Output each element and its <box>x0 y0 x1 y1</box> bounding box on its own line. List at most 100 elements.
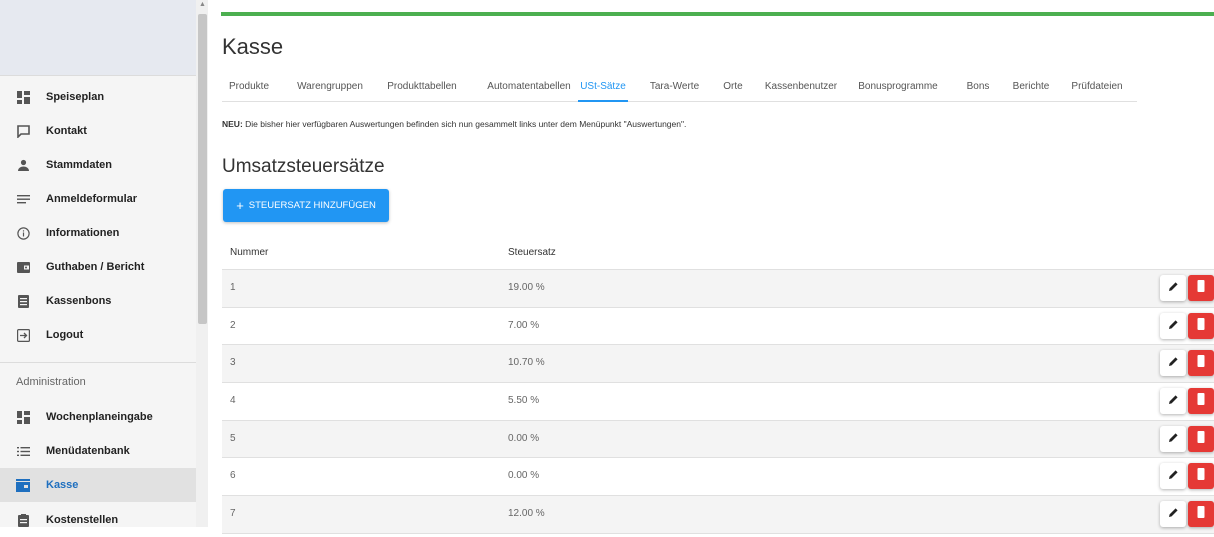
sidebar-item-kostenstellen[interactable]: Kostenstellen <box>0 503 196 537</box>
delete-button[interactable] <box>1188 425 1214 452</box>
edit-button[interactable] <box>1160 275 1186 301</box>
pencil-icon <box>1168 430 1179 448</box>
edit-button[interactable] <box>1160 463 1186 490</box>
clipboard-icon <box>16 513 30 527</box>
trash-icon <box>1196 392 1206 410</box>
pencil-icon <box>1168 317 1179 335</box>
delete-button[interactable] <box>1188 463 1214 490</box>
edit-button[interactable] <box>1160 388 1186 415</box>
edit-button[interactable] <box>1160 425 1186 452</box>
notice-body: Die bisher hier verfügbaren Auswertungen… <box>245 119 687 129</box>
cell-steuersatz: 12.00 % <box>508 508 545 520</box>
sidebar-item-wochenplaneingabe[interactable]: Wochenplaneingabe <box>0 400 196 434</box>
cell-steuersatz: 7.00 % <box>508 319 540 331</box>
delete-button[interactable] <box>1188 501 1214 528</box>
cell-steuersatz: 0.00 % <box>508 432 540 444</box>
tab-berichte[interactable]: Berichte <box>1008 76 1054 102</box>
edit-button[interactable] <box>1160 312 1186 339</box>
section-label-administration: Administration <box>16 376 86 388</box>
edit-button[interactable] <box>1160 350 1186 377</box>
list-icon <box>16 444 30 458</box>
sidebar-divider <box>0 362 196 363</box>
table-body: 1 19.00 % 2 7.00 % 3 10.70 % 4 5.50 % 5 0.00 % 6 0.… <box>222 270 1214 534</box>
cell-nummer: 5 <box>230 432 236 444</box>
trash-icon <box>1196 505 1206 523</box>
delete-button[interactable] <box>1188 275 1214 301</box>
trash-icon <box>1196 354 1206 372</box>
add-tax-rate-button[interactable]: + STEUERSATZ HINZUFÜGEN <box>223 189 389 222</box>
cell-nummer: 3 <box>230 357 236 369</box>
dashboard-icon <box>16 410 30 424</box>
tab-prüfdateien[interactable]: Prüfdateien <box>1064 76 1130 102</box>
section-title: Umsatzsteuersätze <box>222 156 385 177</box>
sidebar-header <box>0 0 196 76</box>
sidebar-item-speiseplan[interactable]: Speiseplan <box>0 80 196 114</box>
notice-prefix: NEU: <box>222 119 243 129</box>
table-row: 4 5.50 % <box>222 383 1214 421</box>
trash-icon <box>1196 279 1206 297</box>
sidebar-item-label: Kassenbons <box>46 295 112 307</box>
table-row: 6 0.00 % <box>222 458 1214 497</box>
progress-bar <box>221 12 1214 16</box>
pencil-icon <box>1168 467 1179 485</box>
sidebar-item-label: Menüdatenbank <box>46 445 130 457</box>
notice-text: NEU: Die bisher hier verfügbaren Auswert… <box>222 119 686 129</box>
wallet-icon <box>16 260 30 274</box>
receipt-icon <box>16 294 30 308</box>
cell-nummer: 7 <box>230 508 236 520</box>
sidebar-item-guthaben-bericht[interactable]: Guthaben / Bericht <box>0 250 196 284</box>
chat-icon <box>16 124 30 138</box>
sidebar-scrollbar-thumb[interactable] <box>198 14 207 324</box>
tab-orte[interactable]: Orte <box>717 76 749 102</box>
tab-bonusprogramme[interactable]: Bonusprogramme <box>855 76 941 102</box>
add-tax-rate-label: STEUERSATZ HINZUFÜGEN <box>248 200 376 211</box>
delete-button[interactable] <box>1188 350 1214 377</box>
sidebar-item-label: Wochenplaneingabe <box>46 411 153 423</box>
tab-ust-sätze[interactable]: USt-Sätze <box>578 76 628 102</box>
sidebar-item-label: Logout <box>46 329 84 341</box>
sidebar-item-label: Anmeldeformular <box>46 193 138 205</box>
store-icon <box>16 478 30 492</box>
sidebar-item-kasse[interactable]: Kasse <box>0 468 196 502</box>
sidebar-item-logout[interactable]: Logout <box>0 318 196 352</box>
pencil-icon <box>1168 354 1179 372</box>
cell-nummer: 1 <box>230 282 236 293</box>
dashboard-icon <box>16 90 30 104</box>
notes-icon <box>16 192 30 206</box>
delete-button[interactable] <box>1188 312 1214 339</box>
info-icon <box>16 226 30 240</box>
cell-nummer: 2 <box>230 319 236 331</box>
table-row: 5 0.00 % <box>222 420 1214 459</box>
pencil-icon <box>1168 279 1179 297</box>
plus-icon: + <box>236 198 244 213</box>
sidebar-item-label: Stammdaten <box>46 159 113 171</box>
sidebar-item-label: Kontakt <box>46 125 87 137</box>
tab-tara-werte[interactable]: Tara-Werte <box>647 76 702 102</box>
tab-bons[interactable]: Bons <box>960 76 996 102</box>
table-header: Nummer Steuersatz <box>222 236 1214 270</box>
sidebar-item-kontakt[interactable]: Kontakt <box>0 114 196 148</box>
trash-icon <box>1196 467 1206 485</box>
sidebar-item-informationen[interactable]: Informationen <box>0 216 196 250</box>
tab-kassenbenutzer[interactable]: Kassenbenutzer <box>760 76 842 102</box>
cell-steuersatz: 5.50 % <box>508 395 540 407</box>
page-title: Kasse <box>222 34 284 59</box>
sidebar-item-label: Kostenstellen <box>46 514 119 526</box>
tab-automatentabellen[interactable]: Automatentabellen <box>479 76 579 102</box>
sidebar-item-label: Informationen <box>46 227 120 239</box>
sidebar-item-menüdatenbank[interactable]: Menüdatenbank <box>0 434 196 468</box>
logout-icon <box>16 328 30 342</box>
sidebar-item-stammdaten[interactable]: Stammdaten <box>0 148 196 182</box>
table-row: 2 7.00 % <box>222 307 1214 346</box>
tab-produkttabellen[interactable]: Produkttabellen <box>379 76 465 102</box>
sidebar-item-label: Guthaben / Bericht <box>46 261 145 273</box>
delete-button[interactable] <box>1188 388 1214 415</box>
tab-warengruppen[interactable]: Warengruppen <box>290 76 370 102</box>
edit-button[interactable] <box>1160 501 1186 528</box>
tax-rate-table: Nummer Steuersatz 1 19.00 % 2 7.00 % 3 10.70 … <box>222 236 1214 534</box>
table-row: 1 19.00 % <box>222 270 1214 308</box>
tab-produkte[interactable]: Produkte <box>222 76 276 102</box>
sidebar-item-kassenbons[interactable]: Kassenbons <box>0 284 196 318</box>
sidebar-item-anmeldeformular[interactable]: Anmeldeformular <box>0 182 196 216</box>
scroll-up-arrow-icon[interactable]: ▲ <box>197 0 208 10</box>
